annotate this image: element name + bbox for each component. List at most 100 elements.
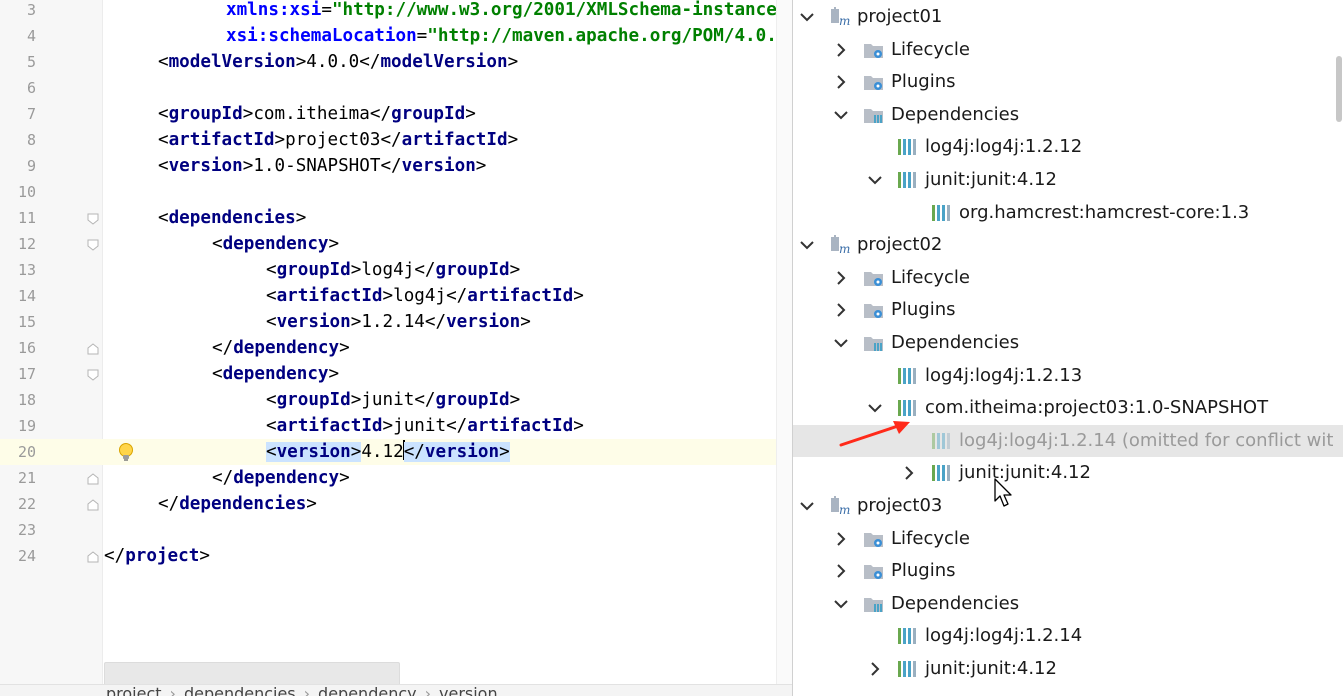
breadcrumb-item[interactable]: dependencies bbox=[184, 685, 296, 696]
vertical-scrollbar[interactable] bbox=[1336, 56, 1342, 122]
code-token: groupId bbox=[276, 260, 351, 280]
code-token: > bbox=[573, 416, 584, 436]
code-line[interactable]: 18 <groupId>junit</groupId> bbox=[0, 387, 792, 413]
code-line[interactable]: 5 <modelVersion>4.0.0</modelVersion> bbox=[0, 49, 792, 75]
chevron-down-icon[interactable] bbox=[833, 596, 849, 612]
code-token: </ bbox=[414, 260, 436, 280]
fold-marker-icon[interactable] bbox=[87, 369, 99, 381]
chevron-right-icon[interactable] bbox=[833, 74, 849, 90]
chevron-down-icon[interactable] bbox=[799, 498, 815, 514]
chevron-right-icon[interactable] bbox=[833, 302, 849, 318]
code-token: </ bbox=[104, 546, 126, 566]
tree-node[interactable]: log4j:log4j:1.2.14 (omitted for conflict… bbox=[793, 424, 1343, 457]
breadcrumb-item[interactable]: version bbox=[439, 685, 498, 696]
code-token: > bbox=[274, 130, 286, 150]
horizontal-scrollbar[interactable] bbox=[104, 662, 400, 686]
code-line[interactable]: 7 <groupId>com.itheima</groupId> bbox=[0, 101, 792, 127]
fold-marker-icon[interactable] bbox=[87, 343, 99, 355]
code-token: dependencies bbox=[168, 208, 296, 228]
tree-node[interactable]: Lifecycle bbox=[793, 262, 1343, 294]
tree-node[interactable]: Dependencies bbox=[793, 327, 1343, 359]
chevron-down-icon[interactable] bbox=[799, 9, 815, 25]
line-number: 8 bbox=[26, 131, 36, 149]
code-line[interactable]: 17 <dependency> bbox=[0, 361, 792, 387]
code-token: "http://www.w3.org/2001/XMLSchema-instan… bbox=[331, 0, 788, 20]
tree-node[interactable]: junit:junit:4.12 bbox=[793, 164, 1343, 196]
code-line[interactable]: 11 <dependencies> bbox=[0, 205, 792, 231]
code-token: > bbox=[520, 312, 531, 332]
code-token: </ bbox=[414, 390, 436, 410]
code-line[interactable]: 3 xmlns:xsi="http://www.w3.org/2001/XMLSc… bbox=[0, 0, 792, 23]
chevron-down-icon[interactable] bbox=[867, 400, 883, 416]
lifecycle-folder-icon bbox=[863, 40, 885, 60]
code-line[interactable]: 19 <artifactId>junit</artifactId> bbox=[0, 413, 792, 439]
code-line[interactable]: 8 <artifactId>project03</artifactId> bbox=[0, 127, 792, 153]
code-editor[interactable]: 3 xmlns:xsi="http://www.w3.org/2001/XMLSc… bbox=[0, 0, 792, 696]
code-token: < bbox=[266, 442, 277, 462]
tree-node[interactable]: Dependencies bbox=[793, 588, 1343, 620]
intention-bulb-icon[interactable] bbox=[116, 442, 136, 462]
fold-marker-icon[interactable] bbox=[87, 213, 99, 225]
tree-node[interactable]: Plugins bbox=[793, 66, 1343, 98]
code-token: </ bbox=[424, 312, 447, 332]
dependencies-folder-icon bbox=[863, 333, 885, 353]
code-token: version bbox=[276, 442, 351, 462]
tree-node-label: com.itheima:project03:1.0-SNAPSHOT bbox=[925, 397, 1269, 419]
tree-node[interactable]: Plugins bbox=[793, 555, 1343, 587]
line-number: 5 bbox=[26, 53, 36, 71]
chevron-down-icon[interactable] bbox=[867, 172, 883, 188]
chevron-down-icon[interactable] bbox=[799, 237, 815, 253]
code-line[interactable]: 10 bbox=[0, 179, 792, 205]
chevron-right-icon[interactable] bbox=[833, 270, 849, 286]
chevron-right-icon[interactable] bbox=[901, 465, 917, 481]
chevron-right-icon[interactable] bbox=[833, 531, 849, 547]
tree-node[interactable]: Plugins bbox=[793, 294, 1343, 326]
code-line[interactable]: 9 <version>1.0-SNAPSHOT</version> bbox=[0, 153, 792, 179]
tree-node[interactable]: org.hamcrest:hamcrest-core:1.3 bbox=[793, 197, 1343, 229]
plugins-folder-icon bbox=[863, 72, 885, 92]
code-line[interactable]: 21 </dependency> bbox=[0, 465, 792, 491]
code-line[interactable]: 20 <version>4.12</version> bbox=[0, 439, 792, 465]
code-token: > bbox=[295, 208, 307, 228]
line-number: 20 bbox=[17, 443, 36, 461]
chevron-right-icon[interactable] bbox=[833, 563, 849, 579]
code-line[interactable]: 6 bbox=[0, 75, 792, 101]
chevron-right-icon[interactable] bbox=[833, 42, 849, 58]
code-line[interactable]: 15 <version>1.2.14</version> bbox=[0, 309, 792, 335]
code-line[interactable]: 14 <artifactId>log4j</artifactId> bbox=[0, 283, 792, 309]
chevron-down-icon[interactable] bbox=[833, 335, 849, 351]
tree-node[interactable]: log4j:log4j:1.2.12 bbox=[793, 131, 1343, 163]
code-line[interactable]: 13 <groupId>log4j</groupId> bbox=[0, 257, 792, 283]
code-line[interactable]: 16 </dependency> bbox=[0, 335, 792, 361]
tree-node[interactable]: log4j:log4j:1.2.13 bbox=[793, 360, 1343, 392]
breadcrumb-item[interactable]: dependency bbox=[318, 685, 417, 696]
tree-node[interactable]: log4j:log4j:1.2.14 bbox=[793, 620, 1343, 652]
tree-node[interactable]: Lifecycle bbox=[793, 34, 1343, 66]
fold-marker-icon[interactable] bbox=[87, 239, 99, 251]
line-number: 4 bbox=[26, 27, 36, 45]
tree-node[interactable]: Dependencies bbox=[793, 99, 1343, 131]
tree-node[interactable]: com.itheima:project03:1.0-SNAPSHOT bbox=[793, 392, 1343, 424]
chevron-down-icon[interactable] bbox=[833, 107, 849, 123]
tree-node[interactable]: m project02 bbox=[793, 229, 1343, 261]
fold-marker-icon[interactable] bbox=[87, 499, 99, 511]
fold-marker-icon[interactable] bbox=[87, 473, 99, 485]
code-line[interactable]: 22 </dependencies> bbox=[0, 491, 792, 517]
tree-node[interactable]: junit:junit:4.12 bbox=[793, 653, 1343, 685]
code-text: <dependency> bbox=[212, 231, 339, 257]
tree-node[interactable]: m project03 bbox=[793, 490, 1343, 522]
code-token: dependency bbox=[233, 338, 340, 358]
code-line[interactable]: 12 <dependency> bbox=[0, 231, 792, 257]
tree-node[interactable]: m project01 bbox=[793, 1, 1343, 33]
breadcrumb-item[interactable]: project bbox=[106, 685, 162, 696]
code-line[interactable]: 4 xsi:schemaLocation="http://maven.apache… bbox=[0, 23, 792, 49]
tree-node[interactable]: Lifecycle bbox=[793, 523, 1343, 555]
fold-marker-icon[interactable] bbox=[87, 551, 99, 563]
code-token: artifactId bbox=[401, 130, 508, 150]
tree-node[interactable]: junit:junit:4.12 bbox=[793, 457, 1343, 489]
code-line[interactable]: 24 </project> bbox=[0, 543, 792, 569]
chevron-right-icon[interactable] bbox=[867, 661, 883, 677]
code-line[interactable]: 23 bbox=[0, 517, 792, 543]
tree-node-label: project02 bbox=[857, 234, 943, 256]
line-number: 16 bbox=[17, 339, 36, 357]
